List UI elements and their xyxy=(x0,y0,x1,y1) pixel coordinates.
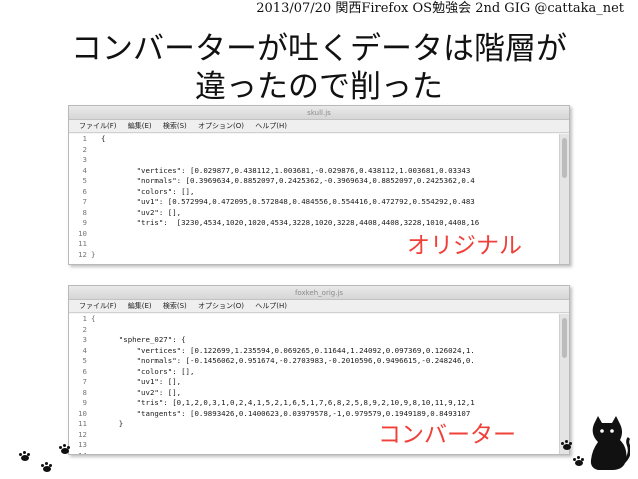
line-number: 5 xyxy=(82,176,87,185)
line-number: 4 xyxy=(82,165,87,175)
code-line[interactable]: 4 "vertices": [0.029877,0.438112,1.00368… xyxy=(69,166,559,177)
slide-title-line-2: 違ったので削った xyxy=(195,69,443,105)
code-line[interactable]: 2 xyxy=(69,325,559,336)
line-number: 3 xyxy=(82,155,87,164)
line-number: 4 xyxy=(82,345,87,355)
code-line[interactable]: 1{ xyxy=(69,134,559,145)
menu-edit[interactable]: 編集(E) xyxy=(128,120,152,133)
paw-print-icon xyxy=(40,462,54,472)
code-line[interactable]: 14 xyxy=(69,450,559,455)
paw-print-icon xyxy=(572,456,586,466)
line-number: 3 xyxy=(82,335,87,344)
line-number: 2 xyxy=(82,324,87,334)
event-header: 2013/07/20 関西Firefox OS勉強会 2nd GIG @catt… xyxy=(256,1,624,16)
line-text: "vertices": [0.029877,0.438112,1.003681,… xyxy=(101,165,471,175)
vertical-scrollbar[interactable] xyxy=(559,314,569,454)
line-text: "tangents": [0.9893426,0.1400623,0.03979… xyxy=(101,408,471,418)
line-text: "sphere_027": { xyxy=(101,335,186,344)
code-line[interactable]: 9 "tris": [3230,4534,1020,1020,4534,3228… xyxy=(69,218,559,229)
vertical-scrollbar[interactable] xyxy=(559,134,569,264)
line-number: 11 xyxy=(78,239,87,248)
code-line[interactable]: 5 "normals": [0.3969634,0.8852097,0.2425… xyxy=(69,176,559,187)
line-text: "colors": [], xyxy=(101,366,195,376)
line-text: "tris": [3230,4534,1020,1020,4534,3228,1… xyxy=(101,218,480,227)
line-number: 8 xyxy=(82,387,87,397)
black-cat-icon xyxy=(590,416,630,470)
code-line[interactable]: 2 xyxy=(69,145,559,156)
line-text: "normals": [-0.1456062,0.951674,-0.27039… xyxy=(101,356,475,365)
menu-help[interactable]: ヘルプ(H) xyxy=(255,300,287,313)
line-text: } xyxy=(101,419,124,428)
code-line[interactable]: 7 "uv1": [0.572994,0.472095,0.572848,0.4… xyxy=(69,197,559,208)
slide-title-line-1: コンバーターが吐くデータは階層が xyxy=(71,31,567,67)
menu-search[interactable]: 検索(S) xyxy=(163,120,187,133)
line-number: 10 xyxy=(78,228,87,238)
label-converter: コンバーター xyxy=(378,422,516,448)
slide-title: コンバーターが吐くデータは階層が 違ったので削った xyxy=(0,30,638,106)
paw-print-icon xyxy=(58,444,72,454)
paw-print-icon xyxy=(560,440,574,450)
line-text: { xyxy=(101,134,106,143)
line-number: 14 xyxy=(78,450,87,455)
menu-search[interactable]: 検索(S) xyxy=(163,300,187,313)
line-number: 9 xyxy=(82,398,87,407)
code-line[interactable]: 9 "tris": [0,1,2,0,3,1,0,2,4,1,5,2,1,6,5… xyxy=(69,398,559,409)
code-line[interactable]: 7 "uv1": [], xyxy=(69,377,559,388)
window-titlebar[interactable]: skull.js xyxy=(69,106,569,120)
line-number: 5 xyxy=(82,356,87,365)
code-line[interactable]: 1{ xyxy=(69,314,559,325)
scrollbar-thumb[interactable] xyxy=(562,138,567,178)
code-line[interactable]: 6 "colors": [], xyxy=(69,367,559,378)
menu-options[interactable]: オプション(O) xyxy=(198,120,244,133)
line-text: "uv1": [], xyxy=(101,377,182,386)
menu-bar: ファイル(F) 編集(E) 検索(S) オプション(O) ヘルプ(H) xyxy=(69,120,569,133)
line-number: 1 xyxy=(82,134,87,143)
line-number: 8 xyxy=(82,207,87,217)
line-number: 9 xyxy=(82,218,87,227)
code-line[interactable]: 8 "uv2": [], xyxy=(69,388,559,399)
line-number: 12 xyxy=(78,249,87,259)
line-gutter-text: { xyxy=(91,314,96,323)
line-number: 13 xyxy=(78,440,87,449)
line-text: "uv2": [], xyxy=(101,207,182,217)
code-line[interactable]: 3 "sphere_027": { xyxy=(69,335,559,346)
code-line[interactable]: 3 xyxy=(69,155,559,166)
line-text: "tris": [0,1,2,0,3,1,0,2,4,1,5,2,1,6,5,1… xyxy=(101,398,475,407)
code-line[interactable]: 10 "tangents": [0.9893426,0.1400623,0.03… xyxy=(69,409,559,420)
line-number: 10 xyxy=(78,408,87,418)
line-number: 11 xyxy=(78,419,87,428)
menu-edit[interactable]: 編集(E) xyxy=(128,300,152,313)
line-number: 6 xyxy=(82,366,87,376)
line-number: 7 xyxy=(82,197,87,206)
line-text: "uv2": [], xyxy=(101,387,182,397)
line-number: 1 xyxy=(82,314,87,323)
line-number: 6 xyxy=(82,186,87,196)
menu-file[interactable]: ファイル(F) xyxy=(79,120,117,133)
code-line[interactable]: 6 "colors": [], xyxy=(69,187,559,198)
paw-print-icon xyxy=(18,451,32,461)
label-original: オリジナル xyxy=(407,233,522,259)
line-number: 12 xyxy=(78,429,87,439)
line-text: "vertices": [0.122699,1.235594,0.069265,… xyxy=(101,345,475,355)
scrollbar-thumb[interactable] xyxy=(562,318,567,358)
code-line[interactable]: 4 "vertices": [0.122699,1.235594,0.06926… xyxy=(69,346,559,357)
line-text: "normals": [0.3969634,0.8852097,0.242536… xyxy=(101,176,475,185)
line-gutter-text: } xyxy=(91,249,96,259)
line-number: 7 xyxy=(82,377,87,386)
menu-bar: ファイル(F) 編集(E) 検索(S) オプション(O) ヘルプ(H) xyxy=(69,300,569,313)
code-line[interactable]: 8 "uv2": [], xyxy=(69,208,559,219)
menu-help[interactable]: ヘルプ(H) xyxy=(255,120,287,133)
code-line[interactable]: 5 "normals": [-0.1456062,0.951674,-0.270… xyxy=(69,356,559,367)
menu-file[interactable]: ファイル(F) xyxy=(79,300,117,313)
menu-options[interactable]: オプション(O) xyxy=(198,300,244,313)
line-number: 2 xyxy=(82,144,87,154)
window-titlebar[interactable]: foxkeh_orig.js xyxy=(69,286,569,300)
line-text: "colors": [], xyxy=(101,186,195,196)
line-text: "uv1": [0.572994,0.472095,0.572848,0.484… xyxy=(101,197,475,206)
